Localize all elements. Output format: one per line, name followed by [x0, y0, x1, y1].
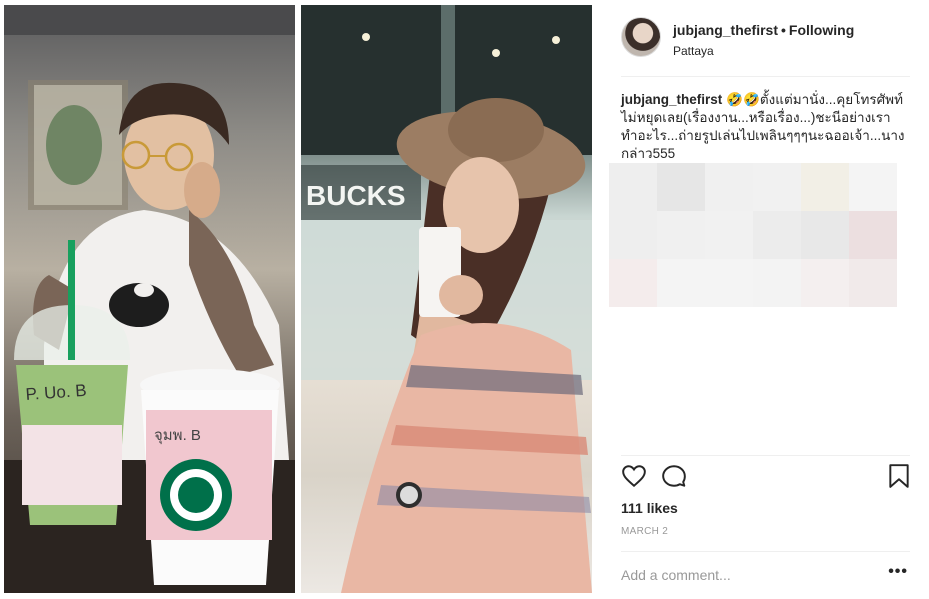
- comment-bubble-icon[interactable]: [661, 463, 687, 489]
- photo-left-illustration: P. Uo. B จุมพ. B: [4, 5, 295, 593]
- post-caption: jubjang_thefirst 🤣🤣ตั้งแต่มานั่ง...คุยโทร…: [621, 91, 905, 163]
- comment-row: •••: [621, 563, 910, 585]
- pixel-tile: [753, 211, 801, 259]
- pixel-tile: [657, 259, 705, 307]
- header-divider: [621, 76, 910, 77]
- likes-count[interactable]: 111 likes: [621, 500, 678, 516]
- photo-right-illustration: BUCKS: [301, 5, 592, 593]
- pixel-tile: [801, 211, 849, 259]
- pixel-tile: [609, 211, 657, 259]
- comment-input[interactable]: [621, 565, 871, 585]
- comment-divider: [621, 551, 910, 552]
- pixelated-comment-area: [609, 163, 899, 308]
- avatar[interactable]: [621, 17, 661, 57]
- pixel-tile: [849, 163, 897, 211]
- pixel-tile: [753, 259, 801, 307]
- pixel-tile: [801, 163, 849, 211]
- post-date[interactable]: MARCH 2: [621, 526, 668, 537]
- cup-label-2: จุมพ. B: [154, 427, 201, 445]
- pixel-tile: [753, 163, 801, 211]
- action-bar: [621, 463, 910, 491]
- pixel-tile: [801, 259, 849, 307]
- pixel-tile: [705, 259, 753, 307]
- post-side-panel: jubjang_thefirst • Following Pattaya jubja…: [609, 5, 910, 593]
- pixel-tile: [705, 211, 753, 259]
- post-header: jubjang_thefirst • Following Pattaya: [621, 17, 910, 61]
- pixel-tile: [609, 259, 657, 307]
- separator-dot: •: [781, 22, 786, 38]
- username-link[interactable]: jubjang_thefirst: [673, 22, 778, 38]
- pixel-tile: [657, 211, 705, 259]
- pixel-tile: [849, 259, 897, 307]
- sign-text: BUCKS: [306, 180, 406, 211]
- post-photo-right[interactable]: BUCKS: [301, 5, 592, 593]
- post-photo-left[interactable]: P. Uo. B จุมพ. B: [4, 5, 295, 593]
- pixel-tile: [849, 211, 897, 259]
- pixel-tile: [609, 163, 657, 211]
- caption-username[interactable]: jubjang_thefirst: [621, 92, 722, 107]
- heart-outline-icon[interactable]: [621, 463, 647, 489]
- following-button[interactable]: Following: [789, 22, 854, 38]
- actions-divider: [621, 455, 910, 456]
- location-link[interactable]: Pattaya: [673, 44, 714, 58]
- bookmark-outline-icon[interactable]: [888, 463, 910, 489]
- more-options-icon[interactable]: •••: [888, 563, 908, 581]
- username-row: jubjang_thefirst • Following: [673, 22, 854, 38]
- pixel-tile: [657, 163, 705, 211]
- pixel-tile: [705, 163, 753, 211]
